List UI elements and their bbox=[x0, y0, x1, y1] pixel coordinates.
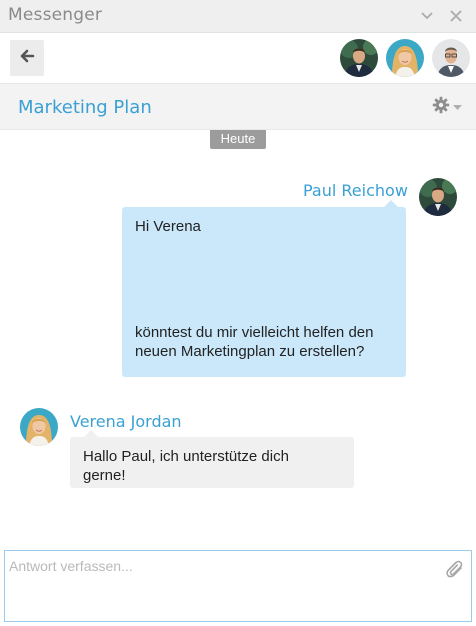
window-titlebar: Messenger bbox=[0, 0, 476, 33]
message-author[interactable]: Paul Reichow bbox=[303, 181, 408, 200]
message-bubble-incoming: Hallo Paul, ich unterstütze dich gerne! bbox=[70, 430, 354, 488]
message-text: neuen Marketingplan zu erstellen? bbox=[135, 343, 365, 360]
participant-avatar[interactable] bbox=[432, 39, 470, 77]
arrow-left-icon bbox=[19, 49, 35, 68]
conversation-title: Marketing Plan bbox=[18, 97, 152, 118]
reply-input[interactable] bbox=[5, 551, 471, 621]
message-text: Hi Verena bbox=[135, 218, 201, 235]
message-text: könntest du mir vielleicht helfen den bbox=[135, 324, 374, 341]
caret-down-icon bbox=[453, 98, 462, 116]
message-author[interactable]: Verena Jordan bbox=[70, 412, 182, 431]
conversation-settings-button[interactable] bbox=[432, 96, 466, 119]
author-avatar[interactable] bbox=[20, 408, 58, 446]
message-text: gerne! bbox=[83, 467, 126, 484]
reply-composer bbox=[4, 550, 472, 622]
message-bubble-outgoing: Hi Verena könntest du mir vielleicht hel… bbox=[122, 200, 406, 377]
chevron-down-icon[interactable] bbox=[419, 8, 435, 24]
back-button[interactable] bbox=[10, 40, 44, 76]
message-text: Hallo Paul, ich unterstütze dich bbox=[83, 448, 289, 465]
message-list: Heute Paul Reichow Hi Verena könntest du… bbox=[0, 130, 476, 548]
close-icon[interactable] bbox=[448, 8, 464, 24]
author-avatar[interactable] bbox=[419, 178, 457, 216]
window-title: Messenger bbox=[8, 5, 103, 25]
participant-avatar[interactable] bbox=[386, 39, 424, 77]
conversation-header bbox=[0, 33, 476, 83]
date-separator: Heute bbox=[210, 130, 266, 149]
gear-icon bbox=[432, 96, 450, 119]
paperclip-icon[interactable] bbox=[445, 559, 465, 581]
participant-avatar[interactable] bbox=[340, 39, 378, 77]
conversation-title-bar: Marketing Plan bbox=[0, 83, 476, 130]
